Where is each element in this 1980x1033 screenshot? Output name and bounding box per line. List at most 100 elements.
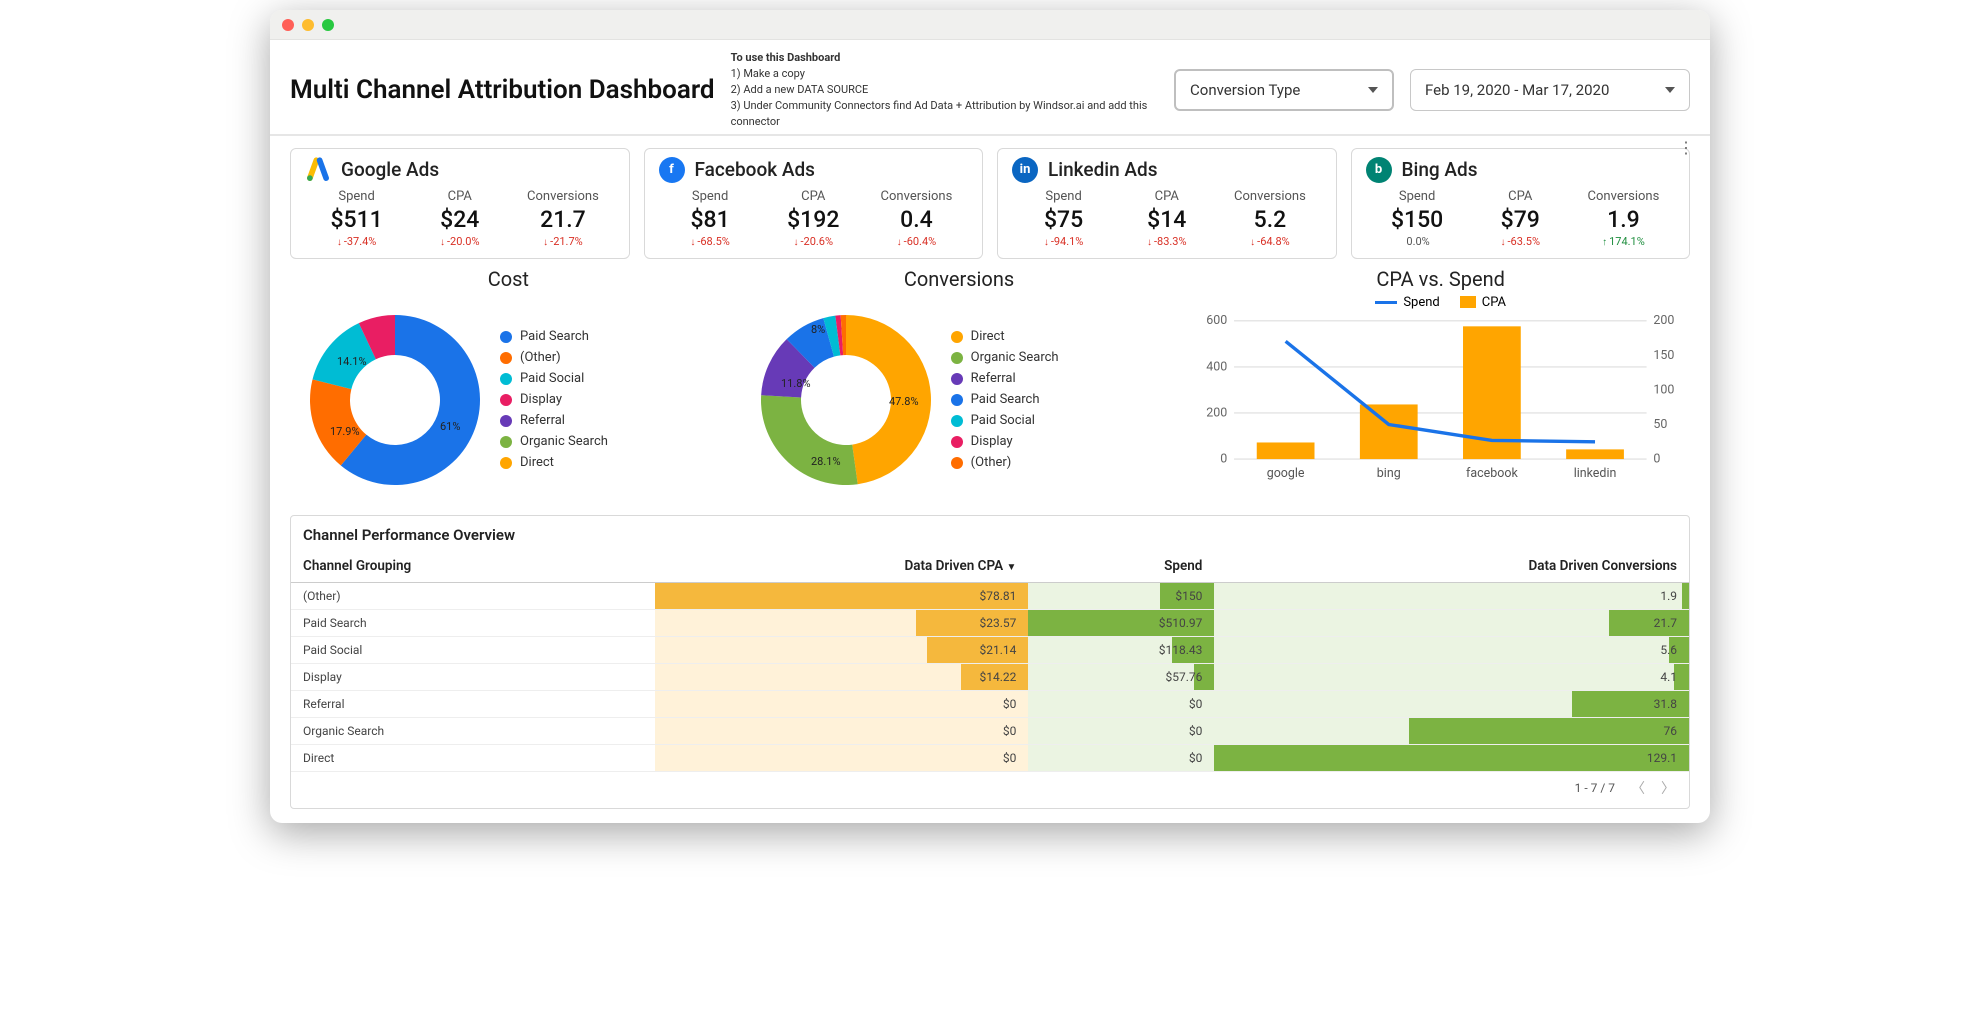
svg-text:0: 0 (1654, 451, 1661, 466)
legend-swatch (951, 394, 963, 406)
table-row: Display $14.22 $57.76 4.1 (291, 663, 1689, 690)
col-spend[interactable]: Spend (1028, 550, 1214, 583)
svg-text:100: 100 (1654, 382, 1675, 397)
delta: ↓-37.4% (305, 235, 408, 248)
date-range-select[interactable]: Feb 19, 2020 - Mar 17, 2020 (1410, 69, 1690, 111)
conversion-type-select[interactable]: Conversion Type (1174, 69, 1394, 111)
delta: ↓-64.8% (1218, 235, 1321, 248)
legend-swatch (500, 436, 512, 448)
legend-label: Direct (520, 455, 554, 470)
legend-swatch (500, 373, 512, 385)
conversions-donut-svg: 47.8% 28.1% 11.8% 8% (741, 295, 951, 505)
facebook-ads-card: fFacebook Ads Spend$81↓-68.5% CPA$192↓-2… (644, 148, 984, 259)
svg-text:linkedin: linkedin (1574, 466, 1617, 481)
pager-next-icon[interactable]: 〉 (1661, 778, 1675, 798)
delta: ↓-20.0% (408, 235, 511, 248)
facebook-ads-icon: f (659, 157, 685, 183)
page-title: Multi Channel Attribution Dashboard (290, 75, 715, 105)
cost-legend: Paid Search (Other) Paid Social Display Refe… (500, 323, 608, 476)
svg-text:400: 400 (1207, 359, 1228, 374)
legend-swatch (951, 373, 963, 385)
legend-label: Organic Search (971, 350, 1059, 365)
maximize-window-icon[interactable] (322, 19, 334, 31)
card-overflow-menu-icon[interactable]: ⋮ (1678, 138, 1694, 157)
table-row: Organic Search $0 $0 76 (291, 717, 1689, 744)
delta: ↓-60.4% (865, 235, 968, 248)
legend-item: Organic Search (500, 434, 608, 449)
legend-item: Direct (500, 455, 608, 470)
legend-swatch (500, 394, 512, 406)
channel-performance-table: Channel Performance Overview Channel Gro… (290, 515, 1690, 809)
legend-swatch (951, 352, 963, 364)
legend-swatch (951, 331, 963, 343)
svg-text:8%: 8% (811, 323, 825, 336)
legend-item: Referral (951, 371, 1059, 386)
col-channel[interactable]: Channel Grouping (291, 550, 655, 583)
table-row: Paid Social $21.14 $118.43 5.6 (291, 636, 1689, 663)
delta: 0.0% (1366, 235, 1469, 248)
legend-item: Display (500, 392, 608, 407)
col-conversions[interactable]: Data Driven Conversions (1214, 550, 1689, 583)
legend-item: Paid Social (500, 371, 608, 386)
delta: ↓-63.5% (1469, 235, 1572, 248)
legend-item: Referral (500, 413, 608, 428)
legend-item: Organic Search (951, 350, 1059, 365)
conversions-donut-chart: Conversions 47.8% 28.1% 11.8% 8% Direct Orga… (741, 267, 1178, 505)
spend-legend-label: Spend (1403, 295, 1439, 310)
legend-item: (Other) (500, 350, 608, 365)
col-cpa[interactable]: Data Driven CPA ▼ (655, 550, 1029, 583)
minimize-window-icon[interactable] (302, 19, 314, 31)
svg-text:14.1%: 14.1% (337, 355, 367, 368)
delta: ↑174.1% (1572, 235, 1675, 248)
table-row: Referral $0 $0 31.8 (291, 690, 1689, 717)
svg-text:facebook: facebook (1466, 466, 1518, 481)
delta: ↓-83.3% (1115, 235, 1218, 248)
pager-prev-icon[interactable]: 〈 (1631, 778, 1645, 798)
delta: ↓-21.7% (511, 235, 614, 248)
delta: ↓-94.1% (1012, 235, 1115, 248)
conversions-chart-title: Conversions (741, 267, 1178, 291)
cpa-legend-icon (1460, 296, 1476, 308)
svg-text:47.8%: 47.8% (889, 395, 919, 408)
bing-ads-icon: b (1366, 157, 1392, 183)
svg-text:28.1%: 28.1% (811, 455, 841, 468)
cell-channel: Paid Social (291, 636, 655, 663)
window-titlebar (270, 10, 1710, 40)
svg-text:200: 200 (1654, 314, 1675, 328)
card-title: Facebook Ads (695, 158, 815, 181)
legend-label: Display (520, 392, 562, 407)
legend-swatch (500, 331, 512, 343)
combo-legend: Spend CPA (1191, 295, 1690, 310)
legend-label: Referral (520, 413, 565, 428)
legend-swatch (951, 457, 963, 469)
svg-text:0: 0 (1221, 451, 1228, 466)
close-window-icon[interactable] (282, 19, 294, 31)
legend-swatch (500, 415, 512, 427)
card-title: Google Ads (341, 158, 439, 181)
svg-text:17.9%: 17.9% (330, 425, 360, 438)
delta: ↓-20.6% (762, 235, 865, 248)
legend-item: Direct (951, 329, 1059, 344)
legend-swatch (500, 352, 512, 364)
pager-label: 1 - 7 / 7 (1575, 781, 1615, 795)
cost-donut-chart: Cost 61%17.9%14.1% Paid Search(Other)Pai… (290, 267, 727, 505)
legend-label: Organic Search (520, 434, 608, 449)
table-row: Paid Search $23.57 $510.97 21.7 (291, 609, 1689, 636)
svg-text:150: 150 (1654, 347, 1675, 362)
legend-label: Paid Search (971, 392, 1040, 407)
svg-text:200: 200 (1207, 405, 1228, 420)
cpa-legend-label: CPA (1482, 295, 1506, 310)
instructions-block: To use this Dashboard 1) Make a copy 2) … (731, 50, 1158, 130)
combo-chart-title: CPA vs. Spend (1191, 267, 1690, 291)
cpa-vs-spend-chart: CPA vs. Spend Spend CPA 0200400600050100… (1191, 267, 1690, 505)
legend-item: Paid Social (951, 413, 1059, 428)
legend-label: Paid Search (520, 329, 589, 344)
cell-channel: (Other) (291, 582, 655, 609)
google-ads-card: Google Ads Spend$511↓-37.4% CPA$24↓-20.0… (290, 148, 630, 259)
legend-label: Display (971, 434, 1013, 449)
legend-item: Paid Search (500, 329, 608, 344)
svg-text:50: 50 (1654, 417, 1668, 432)
svg-text:11.8%: 11.8% (781, 377, 811, 390)
legend-swatch (500, 457, 512, 469)
legend-label: Paid Social (520, 371, 584, 386)
